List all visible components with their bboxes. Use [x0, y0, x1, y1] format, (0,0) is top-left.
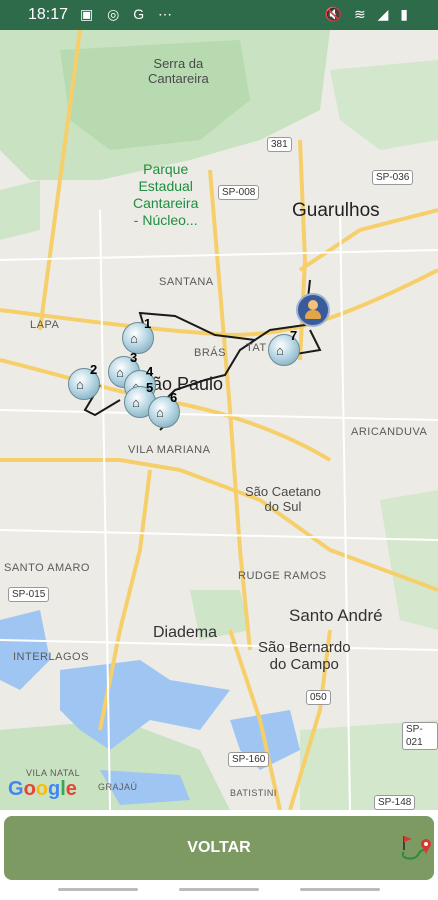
label-rudge-ramos: RUDGE RAMOS: [238, 570, 327, 582]
label-diadema: Diadema: [153, 624, 218, 641]
label-santo-amaro: SANTO AMARO: [4, 562, 90, 574]
shield-sp008: SP-008: [218, 185, 260, 200]
label-santo-andre: Santo André: [289, 606, 383, 625]
shield-sp021: SP-021: [402, 722, 438, 750]
marker-number: 5: [146, 380, 154, 395]
system-icons: 🔇 ≋ ◢ ▮: [324, 6, 412, 22]
marker-number: 3: [130, 350, 138, 365]
user-location-marker[interactable]: [296, 293, 330, 327]
shield-050: 050: [306, 690, 331, 705]
route-map-icon[interactable]: [398, 832, 434, 864]
nav-back-handle[interactable]: [58, 888, 138, 891]
status-bar: 18:17 ▣ ◎ G ⋯ 🔇 ≋ ◢ ▮: [0, 0, 438, 30]
label-aricanduva: ARICANDUVA: [351, 426, 428, 438]
notification-icons: ▣ ◎ G ⋯: [80, 6, 178, 22]
label-santana: SANTANA: [159, 276, 214, 288]
shield-sp036: SP-036: [372, 170, 414, 185]
nav-home-handle[interactable]: [179, 888, 259, 891]
marker-number: 4: [146, 364, 154, 379]
google-logo: Google: [8, 778, 77, 800]
house-marker[interactable]: ⌂ 1: [122, 316, 156, 356]
marker-number: 2: [90, 362, 98, 377]
marker-number: 6: [170, 390, 178, 405]
house-marker[interactable]: ⌂ 6: [148, 390, 182, 430]
label-grajau: GRAJAÚ: [98, 782, 138, 792]
nav-recents-handle[interactable]: [300, 888, 380, 891]
label-tatuape: TAT: [246, 342, 267, 354]
map-base: [0, 30, 438, 810]
label-serra: Serra da Cantareira: [148, 56, 209, 86]
shield-381: 381: [267, 137, 292, 152]
shield-sp148: SP-148: [374, 795, 416, 810]
label-vila-mariana: VILA MARIANA: [128, 444, 211, 456]
house-marker[interactable]: ⌂ 2: [68, 362, 102, 402]
voltar-button[interactable]: VOLTAR: [4, 816, 434, 880]
map-view[interactable]: Serra da Cantareira Parque Estadual Cant…: [0, 30, 438, 810]
label-guarulhos: Guarulhos: [292, 200, 380, 221]
shield-sp160: SP-160: [228, 752, 270, 767]
label-parque: Parque Estadual Cantareira - Núcleo...: [133, 161, 199, 228]
label-sao-caetano: São Caetano do Sul: [245, 484, 321, 514]
label-bras: BRÁS: [194, 347, 226, 359]
label-batistini: BATISTINI: [230, 788, 277, 798]
house-marker[interactable]: ⌂ 7: [268, 328, 302, 368]
marker-number: 1: [144, 316, 152, 331]
shield-sp015: SP-015: [8, 587, 50, 602]
marker-number: 7: [290, 328, 298, 343]
label-interlagos: INTERLAGOS: [13, 651, 89, 663]
label-lapa: LAPA: [30, 319, 60, 331]
label-vila-natal: VILA NATAL: [26, 768, 81, 778]
label-sao-bernardo: São Bernardo do Campo: [258, 639, 351, 673]
status-time: 18:17: [28, 6, 69, 23]
